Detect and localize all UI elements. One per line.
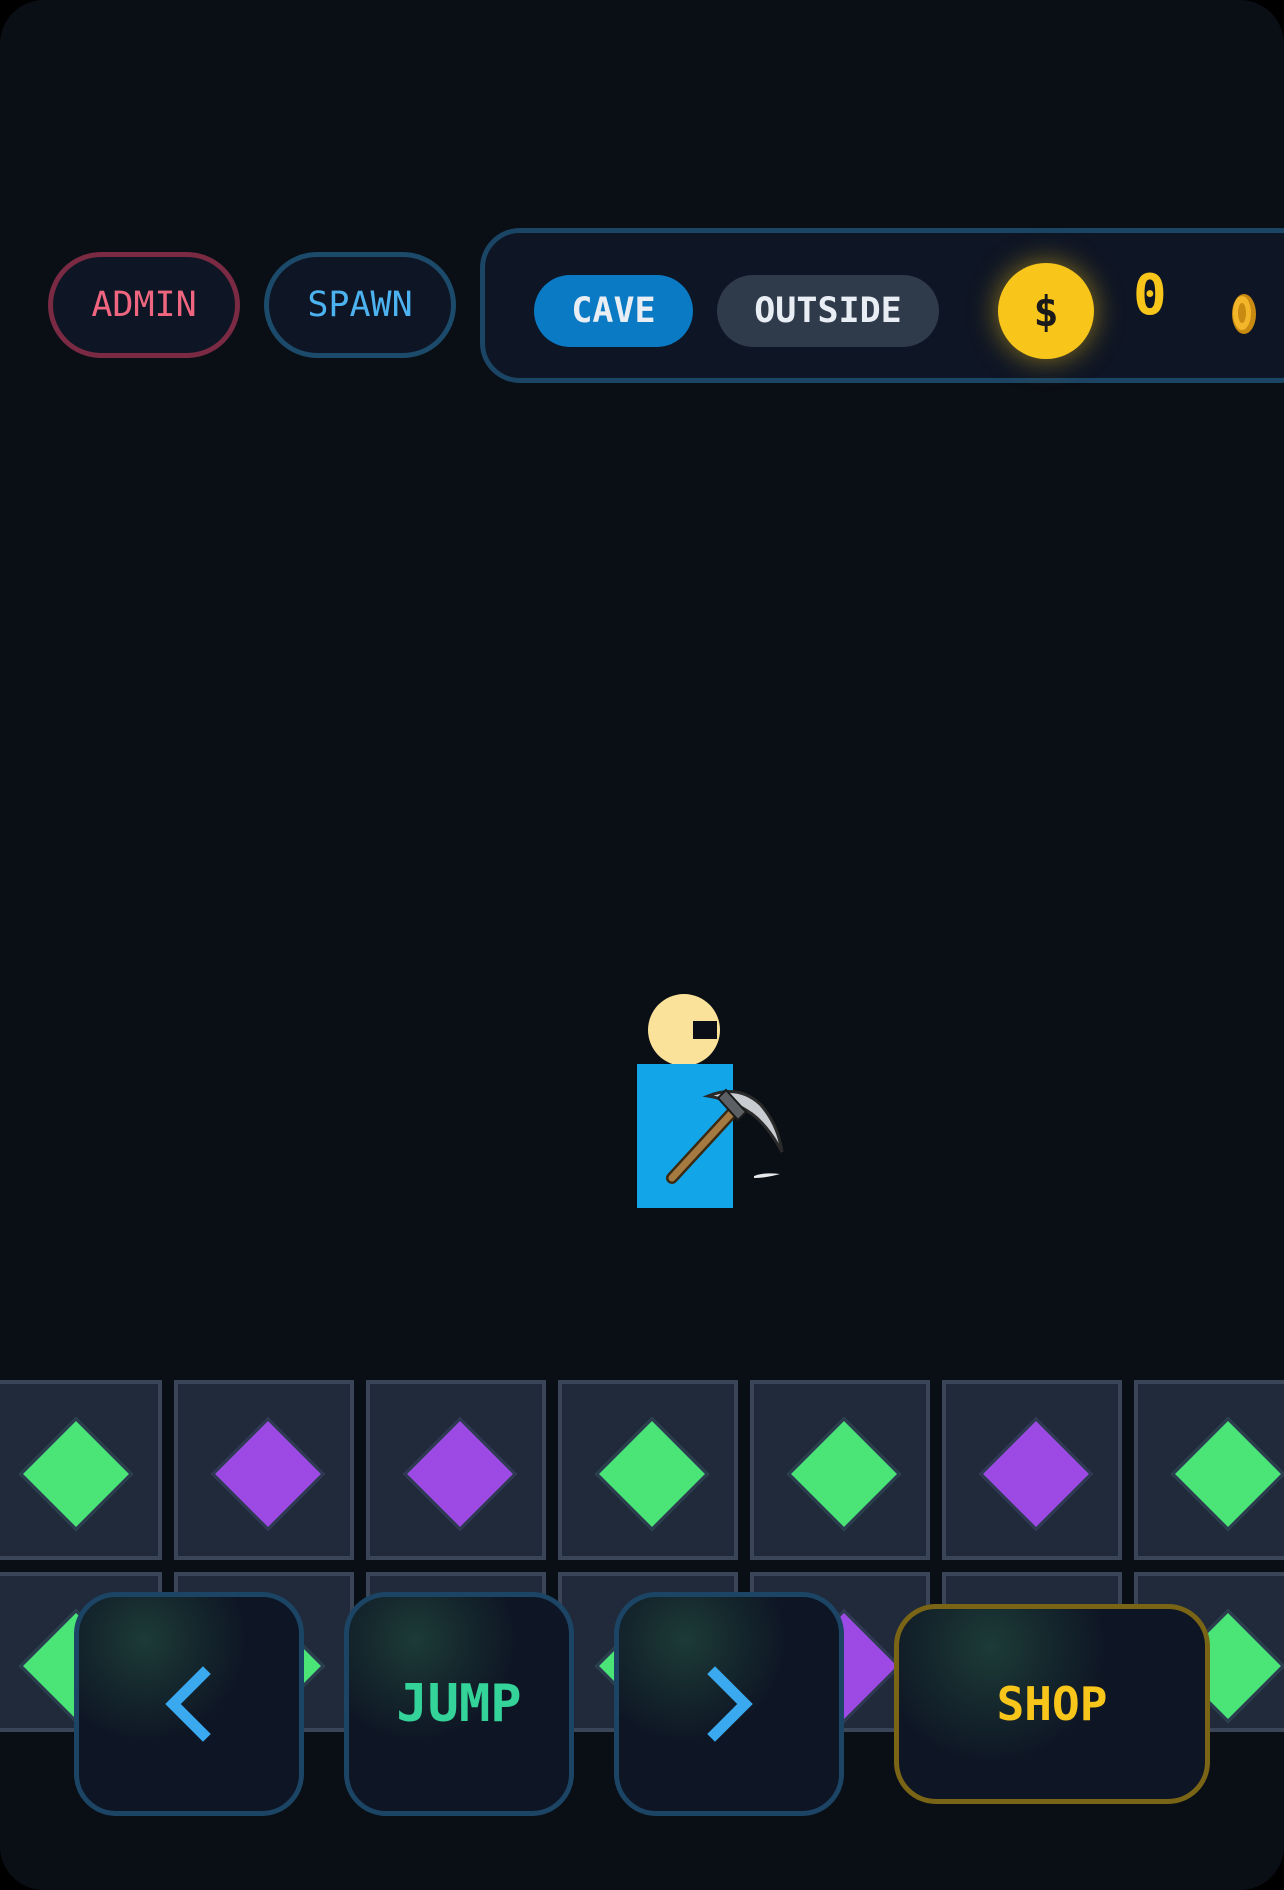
ground-tile xyxy=(0,1380,162,1560)
green-gem xyxy=(594,1416,710,1532)
shop-button[interactable]: SHOP xyxy=(894,1604,1210,1804)
tab-outside[interactable]: OUTSIDE xyxy=(717,275,939,347)
player-character xyxy=(630,990,790,1220)
admin-button[interactable]: ADMIN xyxy=(48,252,240,358)
ground-tile xyxy=(750,1380,930,1560)
green-gem xyxy=(786,1416,902,1532)
ground-tile xyxy=(1134,1380,1284,1560)
green-gem xyxy=(1170,1416,1284,1532)
ground-tile xyxy=(174,1380,354,1560)
purple-gem xyxy=(210,1416,326,1532)
currency-symbol: $ xyxy=(1033,286,1059,336)
move-left-button[interactable] xyxy=(74,1592,304,1816)
spawn-button[interactable]: SPAWN xyxy=(264,252,456,358)
coin-icon xyxy=(1232,294,1256,334)
chevron-left-icon xyxy=(165,1666,211,1742)
purple-gem xyxy=(402,1416,518,1532)
hud-panel: CAVE OUTSIDE $ 0 xyxy=(480,228,1284,383)
ground-tile xyxy=(366,1380,546,1560)
green-gem xyxy=(18,1416,134,1532)
player-eye xyxy=(693,1021,717,1039)
ground-tile xyxy=(942,1380,1122,1560)
purple-gem xyxy=(978,1416,1094,1532)
pickaxe-icon xyxy=(666,1088,784,1184)
chevron-right-icon xyxy=(707,1666,753,1742)
currency-badge: $ xyxy=(998,263,1094,359)
player-head xyxy=(648,994,720,1066)
jump-button[interactable]: JUMP xyxy=(344,1592,574,1816)
game-screen: ADMIN SPAWN CAVE OUTSIDE $ 0 JUMP SHOP xyxy=(0,0,1284,1890)
move-right-button[interactable] xyxy=(614,1592,844,1816)
tab-cave[interactable]: CAVE xyxy=(534,275,693,347)
ground-tile xyxy=(558,1380,738,1560)
coin-counter: 0 xyxy=(1133,263,1167,328)
